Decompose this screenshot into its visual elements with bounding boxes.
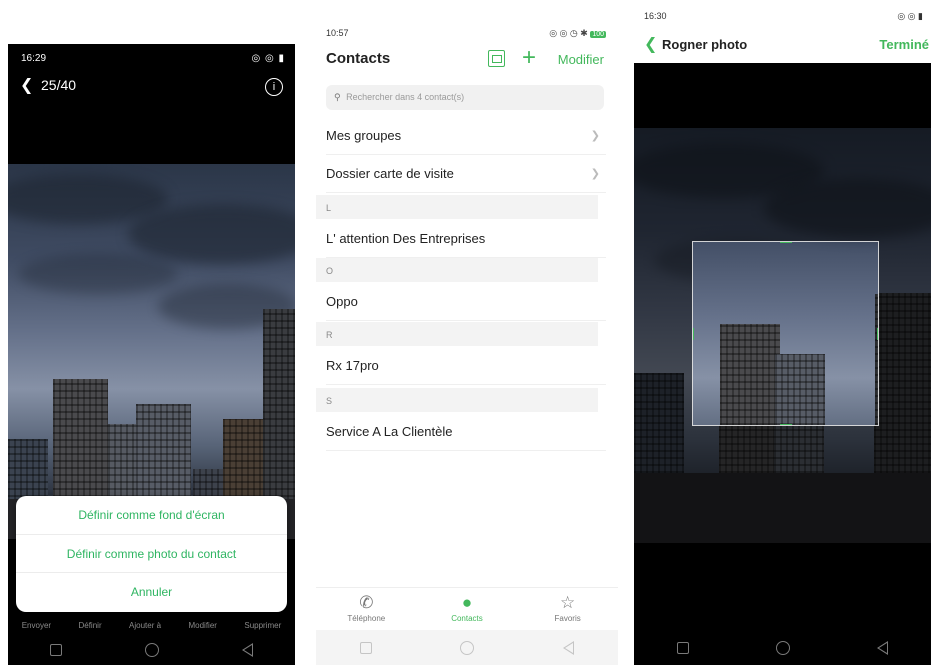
status-time: 16:29 xyxy=(21,53,47,64)
action-delete[interactable]: Supprimer xyxy=(244,611,281,635)
viewer-action-bar: Envoyer Définir Ajouter à Modifier Suppr… xyxy=(8,611,295,635)
search-input[interactable]: ⚲ Rechercher dans 4 contact(s) xyxy=(326,85,604,110)
viewer-bottom-bar: Envoyer Définir Ajouter à Modifier Suppr… xyxy=(8,605,295,665)
recents-icon[interactable] xyxy=(360,641,373,654)
chevron-right-icon: ❯ xyxy=(590,130,600,142)
set-wallpaper-option[interactable]: Définir comme fond d'écran xyxy=(16,496,287,535)
action-define[interactable]: Définir xyxy=(78,611,101,635)
action-add-to[interactable]: Ajouter à xyxy=(129,611,161,635)
status-time: 16:30 xyxy=(644,11,667,21)
home-icon[interactable] xyxy=(460,640,475,655)
section-header: R xyxy=(316,322,598,346)
business-cards-row[interactable]: Dossier carte de visite ❯ xyxy=(326,155,606,193)
back-triangle-icon[interactable] xyxy=(242,643,254,657)
home-icon[interactable] xyxy=(144,643,159,657)
crop-handle-left[interactable] xyxy=(693,328,694,340)
contact-row[interactable]: Service A La Clientèle xyxy=(326,413,606,451)
tab-phone[interactable]: ✆ Téléphone xyxy=(326,588,406,630)
search-placeholder: Rechercher dans 4 contact(s) xyxy=(346,92,465,102)
done-button[interactable]: Terminé xyxy=(879,37,929,52)
groups-label: Mes groupes xyxy=(326,128,402,143)
chevron-right-icon: ❯ xyxy=(590,168,600,180)
chevron-left-icon[interactable]: ❮ xyxy=(644,34,657,54)
contact-row[interactable]: Rx 17pro xyxy=(326,347,606,385)
action-edit[interactable]: Modifier xyxy=(188,611,216,635)
crop-handle-top-left[interactable] xyxy=(693,242,703,252)
groups-row[interactable]: Mes groupes ❯ xyxy=(326,117,606,155)
status-icon-glyphs: ◎ ◎ ◷ ✱ xyxy=(549,28,588,38)
page-title: Contacts xyxy=(326,50,391,67)
chevron-left-icon[interactable]: ❮ xyxy=(20,75,33,95)
contact-row[interactable]: L' attention Des Entreprises xyxy=(326,220,606,258)
section-header: L xyxy=(316,195,598,219)
home-icon[interactable] xyxy=(775,640,790,655)
status-bar: 10:57 ◎ ◎ ◷ ✱ 100 xyxy=(316,0,618,40)
contact-row[interactable]: Oppo xyxy=(326,283,606,321)
action-send[interactable]: Envoyer xyxy=(22,611,51,635)
edit-button[interactable]: Modifier xyxy=(558,52,604,67)
crop-handle-right[interactable] xyxy=(877,328,878,340)
system-nav-bar xyxy=(8,635,295,665)
tab-favorites-label: Favoris xyxy=(554,614,581,623)
tab-contacts-label: Contacts xyxy=(451,614,483,623)
set-contact-photo-option[interactable]: Définir comme photo du contact xyxy=(16,535,287,574)
scan-card-icon[interactable] xyxy=(488,50,505,67)
crop-handle-bottom-left[interactable] xyxy=(693,415,703,425)
page-title: Rogner photo xyxy=(662,37,748,52)
status-icons: ◎ ◎ ▮ xyxy=(251,53,285,64)
photo-counter: 25/40 xyxy=(41,77,77,93)
crop-handle-top[interactable] xyxy=(780,242,792,243)
viewer-top-bar: ❮ 25/40 i xyxy=(8,66,295,106)
status-bar: 16:29 ◎ ◎ ▮ xyxy=(8,44,295,66)
recents-icon[interactable] xyxy=(49,644,62,656)
crop-photo-screen: 16:30 ◎ ◎ ▮ ❮ Rogner photo Terminé xyxy=(634,0,931,665)
section-header: S xyxy=(316,388,598,412)
contacts-header: Contacts + Modifier xyxy=(316,44,618,74)
star-icon: ☆ xyxy=(560,593,576,612)
bottom-tab-bar: ✆ Téléphone ● Contacts ☆ Favoris xyxy=(316,587,618,630)
photo-viewer-screen: 16:29 ◎ ◎ ▮ ❮ 25/40 i Envoyer Définir Aj… xyxy=(8,44,295,665)
crop-handle-bottom[interactable] xyxy=(780,424,792,425)
add-contact-icon[interactable]: + xyxy=(522,44,536,72)
cancel-option[interactable]: Annuler xyxy=(16,573,287,612)
status-time: 10:57 xyxy=(326,28,349,38)
business-cards-label: Dossier carte de visite xyxy=(326,166,454,181)
action-sheet: Définir comme fond d'écran Définir comme… xyxy=(16,496,287,612)
crop-header: ❮ Rogner photo Terminé xyxy=(634,30,931,62)
info-icon[interactable]: i xyxy=(265,78,283,96)
crop-handle-top-right[interactable] xyxy=(868,242,878,252)
photo-image xyxy=(8,164,295,539)
contacts-screen: 10:57 ◎ ◎ ◷ ✱ 100 Contacts + Modifier ⚲ … xyxy=(316,0,618,665)
section-header: O xyxy=(316,258,598,282)
tab-phone-label: Téléphone xyxy=(347,614,386,623)
status-bar: 16:30 ◎ ◎ ▮ xyxy=(634,0,931,30)
recents-icon[interactable] xyxy=(677,641,690,654)
back-triangle-icon[interactable] xyxy=(876,640,888,655)
search-icon: ⚲ xyxy=(334,92,341,102)
back-triangle-icon[interactable] xyxy=(562,640,574,655)
phone-icon: ✆ xyxy=(359,593,374,612)
status-icons: ◎ ◎ ▮ xyxy=(897,11,923,21)
crop-handle-bottom-right[interactable] xyxy=(868,415,878,425)
system-nav-bar xyxy=(316,630,618,665)
crop-canvas xyxy=(634,63,931,665)
crop-frame[interactable] xyxy=(692,241,879,426)
battery-badge: 100 xyxy=(590,31,606,38)
tab-favorites[interactable]: ☆ Favoris xyxy=(528,588,608,630)
system-nav-bar xyxy=(634,630,931,665)
tab-contacts[interactable]: ● Contacts xyxy=(427,588,507,630)
person-icon: ● xyxy=(461,593,473,612)
status-icons: ◎ ◎ ◷ ✱ 100 xyxy=(549,28,606,39)
